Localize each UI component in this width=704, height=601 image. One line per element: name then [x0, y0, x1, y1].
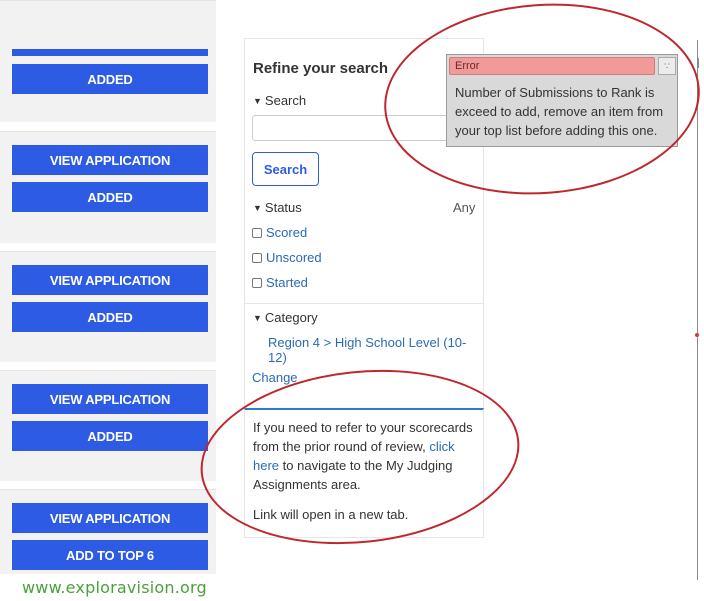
status-current-value: Any — [453, 200, 476, 215]
search-section-toggle[interactable]: ▼ Search — [253, 93, 306, 108]
change-category-link[interactable]: Change — [252, 370, 298, 385]
checkbox-label: Scored — [266, 225, 308, 240]
category-section-label: Category — [264, 310, 318, 325]
checkbox-label: Started — [266, 275, 308, 290]
search-section-label: Search — [264, 93, 307, 108]
application-card-2: VIEW APPLICATION ADDED — [0, 131, 216, 243]
red-dot-marker — [695, 333, 699, 337]
checkbox[interactable] — [252, 227, 262, 238]
category-filter-link[interactable]: Region 4 > High School Level (10-12) — [268, 335, 473, 365]
view-application-button[interactable]: VIEW APPLICATION — [12, 265, 208, 295]
added-button[interactable]: ADDED — [12, 64, 208, 94]
application-card-5: VIEW APPLICATION ADD TO TOP 6 — [0, 489, 216, 574]
section-divider — [244, 303, 484, 304]
added-button[interactable]: ADDED — [12, 421, 208, 451]
added-button[interactable]: ADDED — [12, 302, 208, 332]
status-section-label: Status — [264, 200, 302, 215]
status-option-scored[interactable]: Scored — [252, 225, 307, 240]
status-section-toggle[interactable]: ▼ Status — [253, 200, 302, 215]
category-section-toggle[interactable]: ▼ Category — [253, 310, 318, 325]
caret-down-icon: ▼ — [253, 202, 262, 213]
view-application-button[interactable]: VIEW APPLICATION — [12, 503, 208, 533]
added-button[interactable]: ADDED — [12, 182, 208, 212]
site-watermark: www.exploravision.org — [22, 578, 207, 597]
search-button[interactable]: Search — [252, 152, 319, 186]
panel-title: Refine your search — [253, 60, 389, 77]
application-card-1: ADDED — [0, 0, 216, 122]
view-application-button[interactable]: VIEW APPLICATION — [12, 145, 208, 175]
status-option-unscored[interactable]: Unscored — [252, 250, 322, 265]
checkbox[interactable] — [252, 252, 262, 263]
add-to-top-button[interactable]: ADD TO TOP 6 — [12, 540, 208, 570]
view-application-button-partial[interactable] — [12, 49, 208, 56]
checkbox[interactable] — [252, 277, 262, 288]
status-option-started[interactable]: Started — [252, 275, 308, 290]
caret-down-icon: ▼ — [253, 312, 262, 323]
application-card-4: VIEW APPLICATION ADDED — [0, 370, 216, 481]
application-card-3: VIEW APPLICATION ADDED — [0, 251, 216, 362]
caret-down-icon: ▼ — [253, 95, 262, 106]
checkbox-label: Unscored — [266, 250, 322, 265]
view-application-button[interactable]: VIEW APPLICATION — [12, 384, 208, 414]
right-edge-line — [697, 40, 698, 580]
